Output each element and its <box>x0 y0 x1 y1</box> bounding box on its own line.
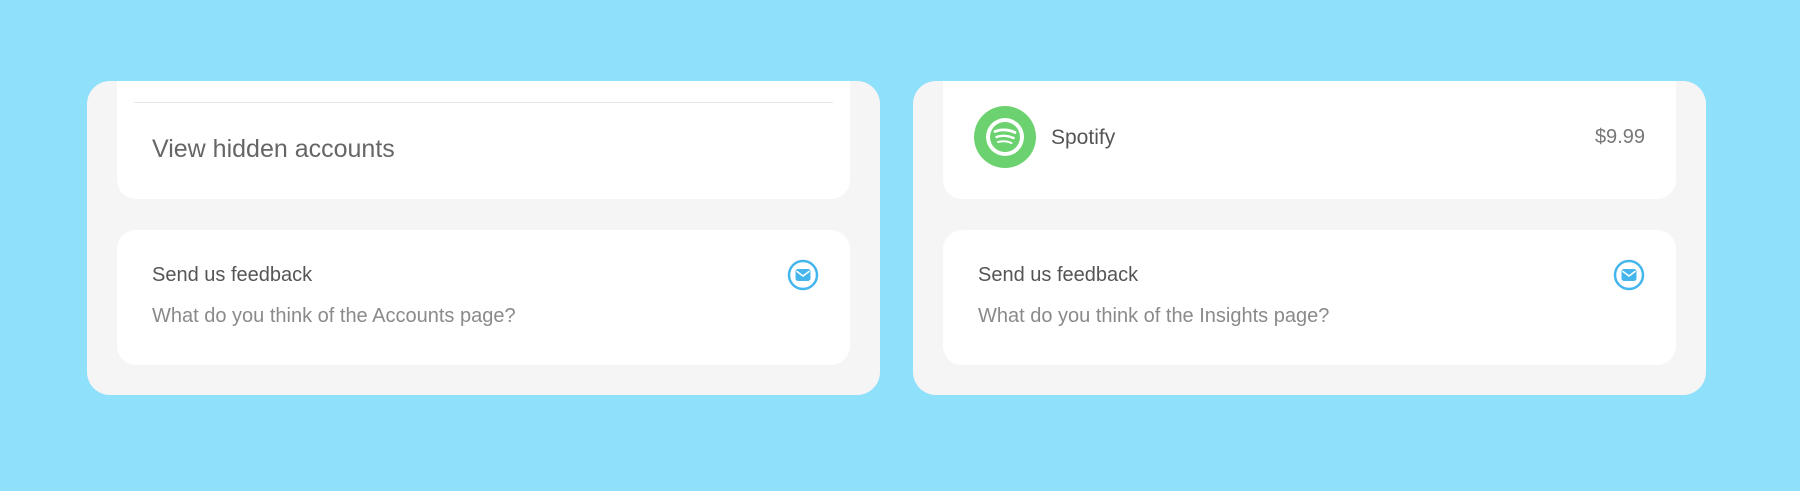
subscription-price: $9.99 <box>1594 126 1645 148</box>
view-hidden-accounts-link[interactable]: View hidden accounts <box>152 135 395 164</box>
feedback-title: Send us feedback <box>978 264 1139 286</box>
accounts-list-card: View hidden accounts <box>117 81 850 199</box>
mail-icon[interactable] <box>787 259 819 291</box>
insights-panel: Spotify $9.99 Send us feedback What do y… <box>913 81 1706 395</box>
accounts-panel: View hidden accounts Send us feedback Wh… <box>87 81 880 395</box>
spotify-icon <box>974 106 1036 168</box>
feedback-subtitle: What do you think of the Insights page? <box>978 305 1330 327</box>
feedback-card-insights[interactable]: Send us feedback What do you think of th… <box>943 230 1676 365</box>
subscription-name: Spotify <box>1051 126 1116 149</box>
feedback-title: Send us feedback <box>152 264 313 286</box>
subscription-card: Spotify $9.99 <box>943 81 1676 199</box>
feedback-subtitle: What do you think of the Accounts page? <box>152 305 516 327</box>
feedback-card-accounts[interactable]: Send us feedback What do you think of th… <box>117 230 850 365</box>
divider <box>134 102 833 103</box>
mail-icon[interactable] <box>1613 259 1645 291</box>
